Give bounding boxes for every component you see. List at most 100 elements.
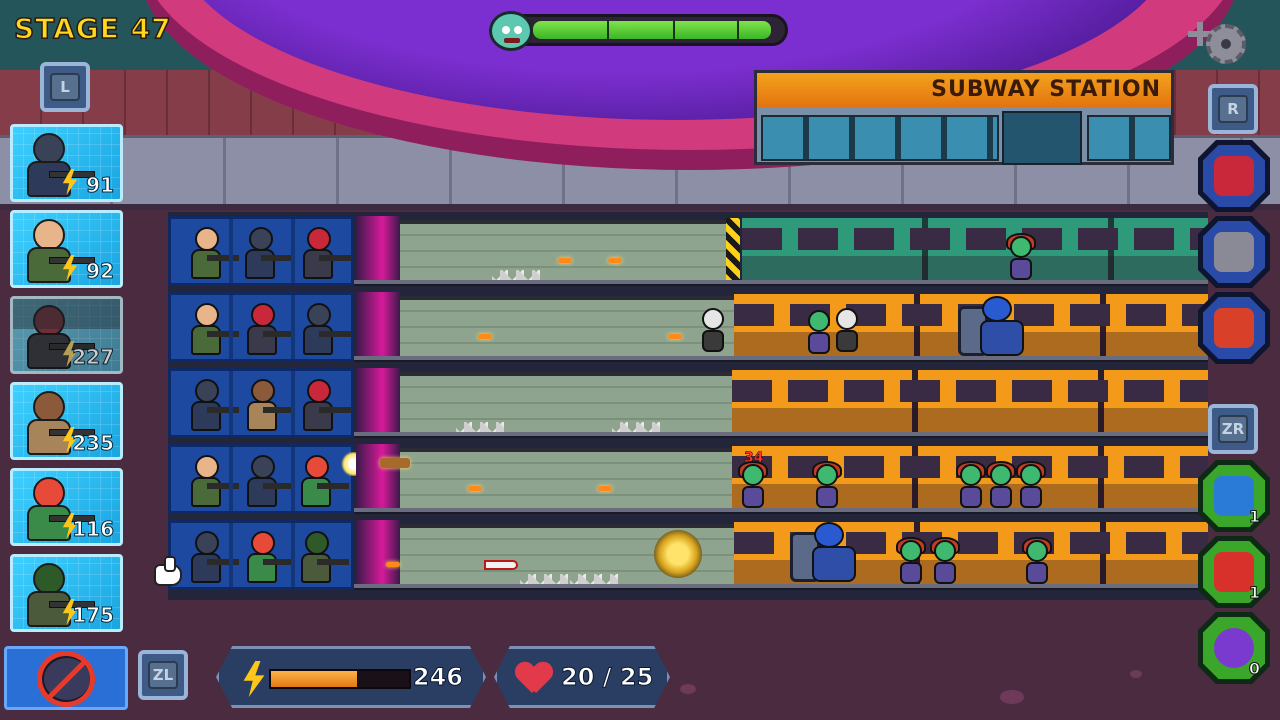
boss-health-segment [737,21,739,39]
soldier-bazooka [295,453,349,513]
lane-gate [356,368,400,438]
subway-train [742,218,1208,282]
lane-5[interactable] [168,516,1208,590]
item-slot-energy-cards[interactable]: 1 [1198,460,1270,532]
lane-2[interactable] [168,288,1208,362]
bullet [598,486,612,491]
zombie-burning [736,461,768,510]
gear-icon [1206,24,1246,64]
lane-4[interactable]: 34 [168,440,1208,514]
unit-cost: 116 [72,517,115,542]
soldier-rifleman [185,225,239,285]
unit-cost: 227 [72,345,115,370]
unit-card-sniper[interactable]: 227 [10,296,123,374]
unit-card-rifleman[interactable]: 92 [10,210,123,288]
r-key-label: R [1218,95,1248,123]
energy-panel: 246 [216,646,486,708]
boss-health-segment [673,21,675,39]
soldier-rifleman [185,453,239,513]
bullet [668,334,682,339]
game-screen: SUBWAY STATION STAGE 47 L R ZR ZL 91 92 … [0,0,1280,720]
spiked-bumper-icon [1214,232,1254,272]
lane-gate [356,216,400,286]
hand-pointer-icon [150,556,182,586]
grenade-pack-icon [1214,308,1254,348]
lane-1[interactable] [168,212,1208,286]
lane-bunker [168,216,354,286]
l-shoulder-button[interactable]: L [40,62,90,112]
tunnel-wall [400,220,726,282]
soldier-riot [185,377,239,437]
riot-shield-zombie [790,522,862,584]
unit-card-bazooka[interactable]: 116 [10,468,123,546]
heart-icon [517,663,551,695]
station-windows-left [761,115,999,161]
station-door [1002,111,1082,165]
lane-gate [356,520,400,590]
soldier-riot [241,453,295,513]
zombie-redhead [894,537,926,586]
unit-card-green-cap-gunner[interactable]: 175 [10,554,123,632]
lane-rail [354,584,1208,590]
unit-cost: 175 [72,603,115,628]
soldier-green-cap [295,529,349,589]
item-slot-spiked-bumper[interactable] [1198,216,1270,288]
item-slot-virus-orb[interactable]: 0 [1198,612,1270,684]
station-windows-right [1087,115,1171,161]
lane-rail [354,432,1208,438]
no-entry-icon [37,651,95,707]
item-slot-grenade-pack[interactable] [1198,292,1270,364]
soldier-bazooka [241,529,295,589]
base-health-panel: 20 / 25 [494,646,670,708]
soldier-sniper [297,377,351,437]
zombie-redhead [810,461,842,510]
item-count: 1 [1248,583,1260,603]
zl-button[interactable]: ZL [138,650,188,700]
zombie-redhead [1004,233,1036,282]
item-count: 1 [1248,507,1260,527]
lane-rail [354,356,1208,362]
lane-gate [356,292,400,362]
soldier-riot [239,225,293,285]
battle-lanes: 34 [168,212,1208,600]
lane-bunker [168,368,354,438]
lane-bunker [168,292,354,362]
ground-pebble [680,684,696,694]
energy-bolt-icon [61,255,79,281]
ground-pebble [1000,690,1024,704]
energy-bar [269,669,411,689]
boss-health-bar [489,11,788,51]
zr-button[interactable]: ZR [1208,404,1258,454]
r-shoulder-button[interactable]: R [1208,84,1258,134]
tunnel-wall [400,448,732,510]
subway-train-front [732,370,1208,434]
rocket [484,560,518,570]
item-slot-medkit[interactable]: 1 [1198,536,1270,608]
soldier-heavy-gunner [241,377,295,437]
soldier-rifleman [185,301,239,361]
settings-button[interactable] [1188,18,1258,68]
lane-3[interactable] [168,364,1208,438]
boss-health-fill [533,21,771,39]
unit-card-riot-soldier[interactable]: 91 [10,124,123,202]
soldier-riot [185,529,239,589]
rocket-shell [380,458,410,468]
item-slot-dynamite[interactable] [1198,140,1270,212]
commander-ability-button[interactable] [4,646,128,710]
bullet [468,486,482,491]
lane-bunker [168,444,354,514]
unit-card-heavy-gunner[interactable]: 235 [10,382,123,460]
lane-rail [354,508,1208,514]
tunnel-wall [400,296,734,358]
unit-cost: 92 [86,259,115,284]
zombie-redhead [954,461,986,510]
zombie-redhead [984,461,1016,510]
zombie-redhead [1014,461,1046,510]
subway-station-building: SUBWAY STATION [754,70,1174,165]
soldier-riot [297,301,351,361]
energy-bolt-icon [61,169,79,195]
station-sign: SUBWAY STATION [757,73,1171,107]
zl-key-label: ZL [148,661,178,689]
lane-bunker [168,520,354,590]
bullet [386,562,400,567]
